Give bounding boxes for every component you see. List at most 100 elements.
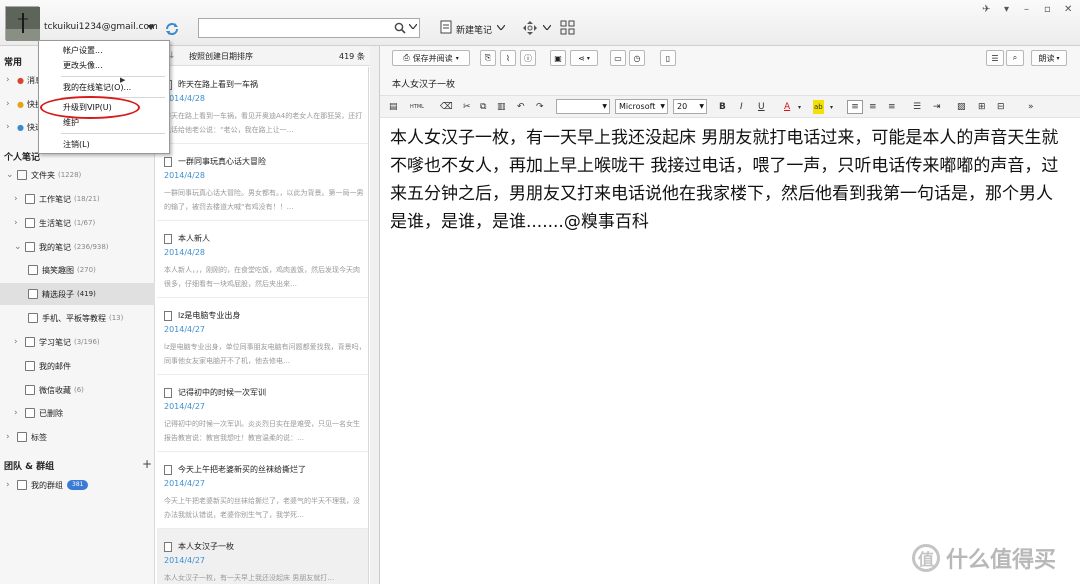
chevron-right-icon: › bbox=[14, 218, 18, 228]
sidebar-folder-work[interactable]: › 工作笔记 (18/21) bbox=[14, 192, 100, 206]
copy-icon[interactable]: ⧉ bbox=[480, 100, 486, 114]
bold-icon[interactable]: B bbox=[719, 100, 726, 114]
list-item[interactable]: 本人新人 2014/4/28 本人新人，，，刚刚的，在食堂吃饭，鸡肉盖饭，然后发现今… bbox=[157, 221, 368, 298]
sidebar-item-groups[interactable]: › 我的群组 381 bbox=[6, 478, 89, 492]
scrollbar[interactable] bbox=[370, 46, 380, 584]
align-left-icon[interactable]: ≡ bbox=[847, 100, 863, 114]
avatar[interactable] bbox=[5, 6, 40, 41]
chevron-right-icon: › bbox=[14, 408, 18, 418]
redo-icon[interactable]: ↷ bbox=[536, 100, 544, 114]
chevron-down-icon[interactable] bbox=[409, 24, 417, 29]
comment-icon[interactable]: ▭ bbox=[610, 50, 626, 66]
highlight-icon[interactable]: ab bbox=[813, 100, 824, 114]
list-item[interactable]: 一群同事玩真心话大冒险 2014/4/28 一群同事玩真心话大冒险。男女都有。，以此… bbox=[157, 144, 368, 221]
image-icon[interactable]: ▨ bbox=[957, 100, 966, 114]
italic-icon[interactable]: I bbox=[740, 100, 743, 114]
lock-icon[interactable]: ▣ bbox=[550, 50, 566, 66]
lightning-icon: ● bbox=[17, 99, 24, 109]
add-group-icon[interactable]: + bbox=[142, 457, 152, 471]
note-icon bbox=[164, 541, 172, 552]
list-item[interactable]: lz是电脑专业出身 2014/4/27 lz是电脑专业出身，单位同事朋友电脑有问题都… bbox=[157, 298, 368, 375]
zoom-icon[interactable]: ⌕ bbox=[1006, 50, 1024, 66]
minimize-icon[interactable]: – bbox=[1024, 4, 1029, 15]
indent-icon[interactable]: ⇥ bbox=[933, 100, 941, 114]
note-icon bbox=[164, 233, 172, 244]
attachment-icon[interactable]: ⊞ bbox=[978, 100, 986, 114]
menu-item-maintenance[interactable]: 维护 bbox=[63, 117, 79, 128]
style-select[interactable]: ▼ bbox=[556, 99, 610, 114]
paperclip-icon[interactable]: ⌇ bbox=[500, 50, 516, 66]
note-body[interactable]: 本人女汉子一枚，有一天早上我还没起床 男朋友就打电话过来，可能是本人的声音天生就… bbox=[390, 124, 1062, 236]
sidebar-folder-root[interactable]: ⌄ 文件夹 (1228) bbox=[6, 168, 81, 182]
notebook-icon bbox=[25, 385, 35, 395]
chevron-down-icon[interactable] bbox=[543, 25, 551, 30]
sidebar-folder-mine[interactable]: ⌄ 我的笔记 (236/938) bbox=[14, 240, 109, 254]
new-note-icon[interactable] bbox=[440, 20, 452, 34]
sidebar-folder-mail[interactable]: 我的邮件 bbox=[25, 359, 74, 373]
close-icon[interactable]: ✕ bbox=[1064, 4, 1072, 15]
html-icon[interactable]: HTML bbox=[410, 100, 424, 114]
sidebar-item-tags[interactable]: › 标签 bbox=[6, 430, 47, 444]
menu-icon[interactable]: ▾ bbox=[1004, 4, 1009, 15]
info-icon[interactable]: ⓘ bbox=[520, 50, 536, 66]
list-item[interactable]: 记得初中的时候一次军训 2014/4/27 记得初中的时候一次军训。炎炎烈日实在是难… bbox=[157, 375, 368, 452]
table-icon[interactable]: ⊟ bbox=[997, 100, 1005, 114]
account-email[interactable]: tckuikui1234@gmail.com bbox=[44, 22, 158, 32]
grid-icon[interactable] bbox=[560, 20, 575, 35]
chevron-down-icon[interactable]: ▾ bbox=[798, 100, 801, 114]
sidebar-folder-funny-pics[interactable]: 搞笑趣图 (270) bbox=[28, 263, 96, 277]
sidebar-folder-study[interactable]: › 学习笔记 (3/196) bbox=[14, 335, 100, 349]
section-header-personal: 个人笔记 bbox=[4, 153, 41, 163]
chevron-down-icon[interactable]: ▾ bbox=[830, 100, 833, 114]
chevron-down-icon: ▾ bbox=[455, 54, 459, 62]
move-icon[interactable] bbox=[522, 20, 538, 36]
note-icon bbox=[164, 387, 172, 398]
pin-icon[interactable]: ✈ bbox=[982, 4, 990, 15]
section-header-team: 团队 & 群组 bbox=[4, 462, 55, 472]
read-aloud-button[interactable]: 朗读 ▾ bbox=[1031, 50, 1067, 66]
cut-icon[interactable]: ✂ bbox=[463, 100, 471, 114]
bullet-list-icon[interactable]: ☰ bbox=[913, 100, 921, 114]
trash-icon[interactable]: ▯ bbox=[660, 50, 676, 66]
undo-icon[interactable]: ↶ bbox=[517, 100, 525, 114]
sidebar-folder-wechat[interactable]: 微信收藏 (6) bbox=[25, 383, 84, 397]
share-button[interactable]: ⋖ ▾ bbox=[570, 50, 598, 66]
save-icon[interactable]: ▤ bbox=[389, 100, 398, 114]
underline-icon[interactable]: U bbox=[758, 100, 765, 114]
chevron-down-icon[interactable] bbox=[147, 25, 155, 30]
attach-icon[interactable]: ⎘ bbox=[480, 50, 496, 66]
list-item-selected[interactable]: 本人女汉子一枚 2014/4/27 本人女汉子一枚，有一天早上我还没起床 男朋友就打… bbox=[157, 529, 368, 584]
sidebar-folder-jokes[interactable]: 精选段子 (419) bbox=[28, 287, 96, 301]
chevron-down-icon[interactable] bbox=[497, 25, 505, 30]
menu-item-change-avatar[interactable]: 更改头像... bbox=[63, 60, 103, 71]
font-color-icon[interactable]: A bbox=[784, 100, 790, 114]
chevron-right-icon: › bbox=[6, 75, 10, 85]
new-note-button[interactable]: 新建笔记 bbox=[456, 23, 492, 36]
search-icon[interactable] bbox=[394, 22, 406, 34]
clock-icon[interactable]: ◷ bbox=[629, 50, 645, 66]
save-read-button[interactable]: ⎙ 保存并阅读 ▾ bbox=[392, 50, 470, 66]
menu-item-account-settings[interactable]: 帐户设置... bbox=[63, 45, 103, 56]
font-size-select[interactable]: 20 ▼ bbox=[673, 99, 707, 114]
notebook-icon bbox=[25, 242, 35, 252]
chevron-down-icon: ▼ bbox=[699, 103, 704, 110]
more-icon[interactable]: » bbox=[1028, 100, 1034, 114]
sidebar-folder-tutorials[interactable]: 手机、平板等教程 (13) bbox=[28, 311, 123, 325]
outline-icon[interactable]: ☰ bbox=[986, 50, 1004, 66]
sort-dropdown[interactable]: 按照创建日期排序 bbox=[189, 51, 253, 62]
chevron-right-icon: › bbox=[14, 337, 18, 347]
menu-item-logout[interactable]: 注销(L) bbox=[63, 139, 90, 150]
sidebar-folder-life[interactable]: › 生活笔记 (1/67) bbox=[14, 216, 95, 230]
font-select[interactable]: Microsoft ▼ bbox=[615, 99, 668, 114]
align-right-icon[interactable]: ≡ bbox=[888, 100, 896, 114]
eraser-icon[interactable]: ⌫ bbox=[440, 100, 453, 114]
sidebar-folder-trash[interactable]: › 已删除 bbox=[14, 406, 63, 420]
maximize-icon[interactable]: ▫ bbox=[1044, 4, 1051, 15]
list-item[interactable]: 今天上午把老婆新买的丝袜给撕烂了 2014/4/27 今天上午把老婆新买的丝袜给撕烂… bbox=[157, 452, 368, 529]
list-item[interactable]: 昨天在路上看到一车祸 2014/4/28 昨天在路上看到一车祸，看见开奥迪A4的老女… bbox=[157, 67, 368, 144]
paste-icon[interactable]: ▥ bbox=[497, 100, 506, 114]
align-center-icon[interactable]: ≡ bbox=[869, 100, 877, 114]
search-input[interactable] bbox=[198, 18, 420, 38]
note-title-input[interactable]: 本人女汉子一枚 bbox=[392, 77, 455, 90]
sync-icon[interactable] bbox=[164, 21, 180, 37]
